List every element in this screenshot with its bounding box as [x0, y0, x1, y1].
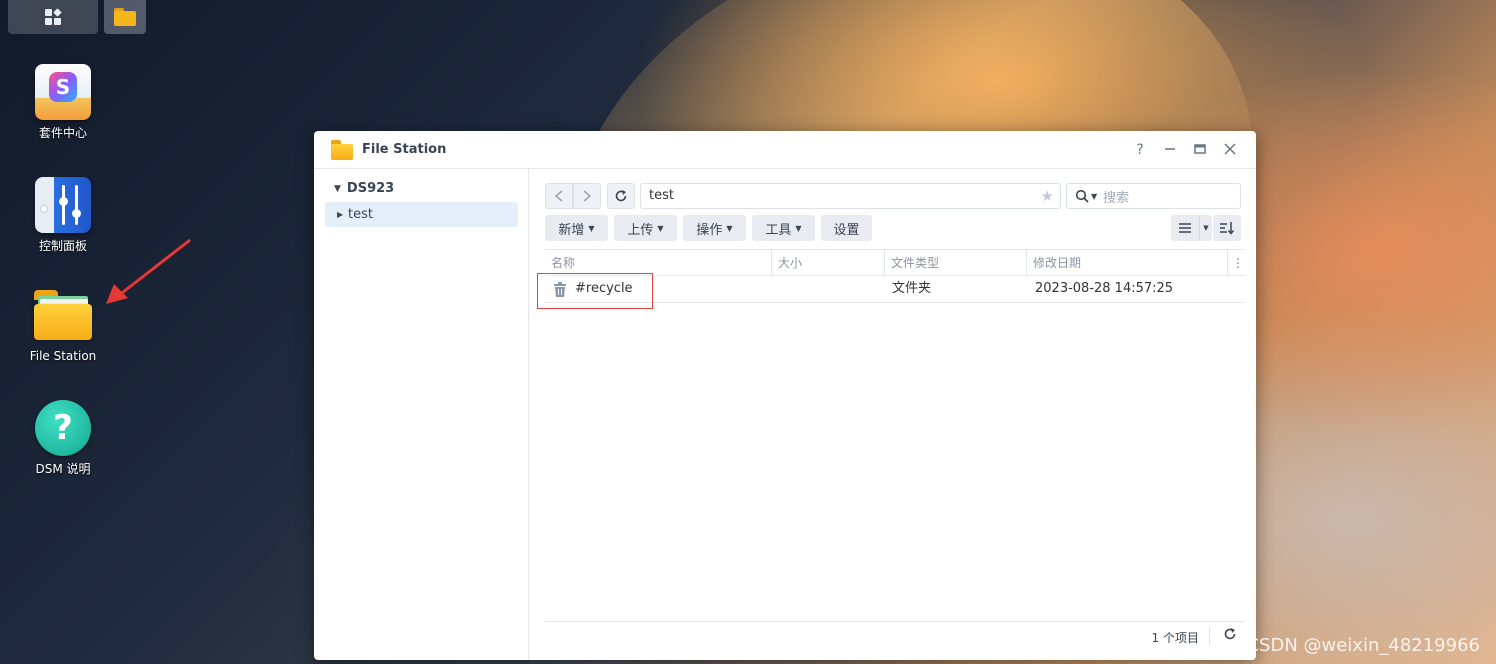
- action-toolbar: 新增 ▼ 上传 ▼ 操作 ▼ 工具 ▼ 设置 ▼: [545, 215, 1241, 241]
- caret-down-icon: ▼: [726, 223, 733, 233]
- main-menu-button[interactable]: [8, 0, 98, 34]
- chevron-right-icon: [583, 190, 592, 202]
- settings-button-label: 设置: [833, 222, 860, 238]
- navigation-toolbar: test ★ ▼ 搜索: [545, 183, 1241, 209]
- folder-tree-sidebar: ▼ DS923 ▶ test: [314, 169, 529, 660]
- column-header-modified[interactable]: 修改日期: [1027, 250, 1228, 276]
- minimize-button[interactable]: [1162, 142, 1178, 158]
- desktop-icon-label: 套件中心: [38, 126, 87, 140]
- search-placeholder: 搜索: [1103, 190, 1130, 206]
- caret-down-icon[interactable]: ▼: [334, 184, 341, 194]
- maximize-button[interactable]: [1192, 142, 1208, 158]
- forward-button[interactable]: [573, 183, 601, 209]
- maximize-icon: [1194, 144, 1206, 154]
- path-input[interactable]: test ★: [640, 183, 1061, 209]
- minimize-icon: [1165, 148, 1175, 150]
- action-button[interactable]: 操作 ▼: [683, 215, 746, 241]
- action-button-label: 操作: [696, 222, 723, 238]
- list-view-icon: [1179, 223, 1191, 233]
- caret-down-icon: ▼: [795, 223, 802, 233]
- tree-item-test[interactable]: ▶ test: [325, 202, 518, 227]
- tree-root-ds923[interactable]: ▼ DS923: [334, 181, 394, 196]
- caret-down-icon: ▼: [588, 223, 595, 233]
- file-browser-main: test ★ ▼ 搜索 新增 ▼ 上传 ▼ 操作 ▼ 工具 ▼ 设置 ▼ 名称 …: [530, 169, 1256, 660]
- sort-button[interactable]: [1213, 215, 1241, 241]
- tools-button-label: 工具: [765, 222, 792, 238]
- status-refresh-button[interactable]: [1223, 627, 1237, 645]
- search-icon: [1075, 189, 1089, 203]
- file-modified: 2023-08-28 14:57:25: [1035, 281, 1174, 296]
- settings-button[interactable]: 设置: [821, 215, 872, 241]
- status-divider: [1209, 628, 1210, 644]
- list-view-button[interactable]: [1171, 215, 1199, 241]
- main-menu-icon: [45, 8, 62, 25]
- desktop-icon-dsm-help[interactable]: ? DSM 说明: [8, 400, 118, 477]
- upload-button[interactable]: 上传 ▼: [614, 215, 677, 241]
- desktop-icon-label: File Station: [29, 349, 97, 363]
- close-icon: [1224, 143, 1236, 155]
- watermark-text: CSDN @weixin_48219966: [1246, 635, 1480, 656]
- tools-button[interactable]: 工具 ▼: [752, 215, 815, 241]
- desktop-icon-package-center[interactable]: S 套件中心: [8, 64, 118, 141]
- file-station-window: File Station ? ▼ DS923 ▶ test test ★ ▼ 搜…: [314, 131, 1256, 660]
- file-type: 文件夹: [892, 281, 932, 296]
- window-titlebar[interactable]: File Station ?: [314, 131, 1256, 169]
- status-bar: 1 个项目: [545, 621, 1245, 649]
- view-mode-dropdown[interactable]: ▼: [1199, 215, 1212, 241]
- tree-item-label: test: [348, 207, 373, 222]
- upload-button-label: 上传: [627, 222, 654, 238]
- folder-icon: [34, 290, 92, 340]
- control-panel-icon: [35, 177, 91, 233]
- refresh-icon: [615, 190, 627, 202]
- folder-icon: [114, 8, 136, 26]
- help-button[interactable]: ?: [1132, 142, 1148, 158]
- new-button-label: 新增: [558, 222, 585, 238]
- caret-right-icon[interactable]: ▶: [337, 210, 343, 219]
- column-header-size[interactable]: 大小: [772, 250, 885, 276]
- package-center-icon: S: [35, 64, 91, 120]
- column-header-type[interactable]: 文件类型: [885, 250, 1027, 276]
- folder-icon: [331, 139, 353, 160]
- caret-down-icon: ▼: [1203, 224, 1209, 232]
- chevron-left-icon: [554, 190, 563, 202]
- refresh-icon: [1224, 628, 1236, 640]
- taskbar: [0, 0, 160, 36]
- table-row[interactable]: #recycle 文件夹 2023-08-28 14:57:25: [537, 273, 1245, 309]
- desktop-icon-label: DSM 说明: [35, 462, 91, 476]
- taskbar-file-station-button[interactable]: [104, 0, 146, 34]
- window-title: File Station: [362, 142, 447, 157]
- sort-icon: [1220, 222, 1235, 235]
- column-options-icon[interactable]: ⋮: [1228, 250, 1245, 276]
- tree-root-label: DS923: [346, 181, 395, 196]
- search-input[interactable]: ▼ 搜索: [1066, 183, 1241, 209]
- close-button[interactable]: [1222, 142, 1238, 158]
- table-header: 名称 大小 文件类型 修改日期 ⋮: [545, 249, 1245, 276]
- annotation-arrow-icon: [106, 238, 191, 304]
- item-count: 1 个项目: [1151, 631, 1199, 645]
- back-button[interactable]: [545, 183, 573, 209]
- star-icon[interactable]: ★: [1041, 184, 1054, 208]
- recycle-bin-icon: [554, 282, 566, 297]
- path-text: test: [649, 188, 674, 203]
- file-list-table: 名称 大小 文件类型 修改日期 ⋮ #recycle 文件夹 2023-08-2…: [537, 249, 1245, 309]
- caret-down-icon[interactable]: ▼: [1091, 192, 1097, 201]
- caret-down-icon: ▼: [657, 223, 664, 233]
- help-icon: ?: [35, 400, 91, 456]
- file-name: #recycle: [575, 281, 633, 296]
- refresh-button[interactable]: [607, 183, 635, 209]
- new-button[interactable]: 新增 ▼: [545, 215, 608, 241]
